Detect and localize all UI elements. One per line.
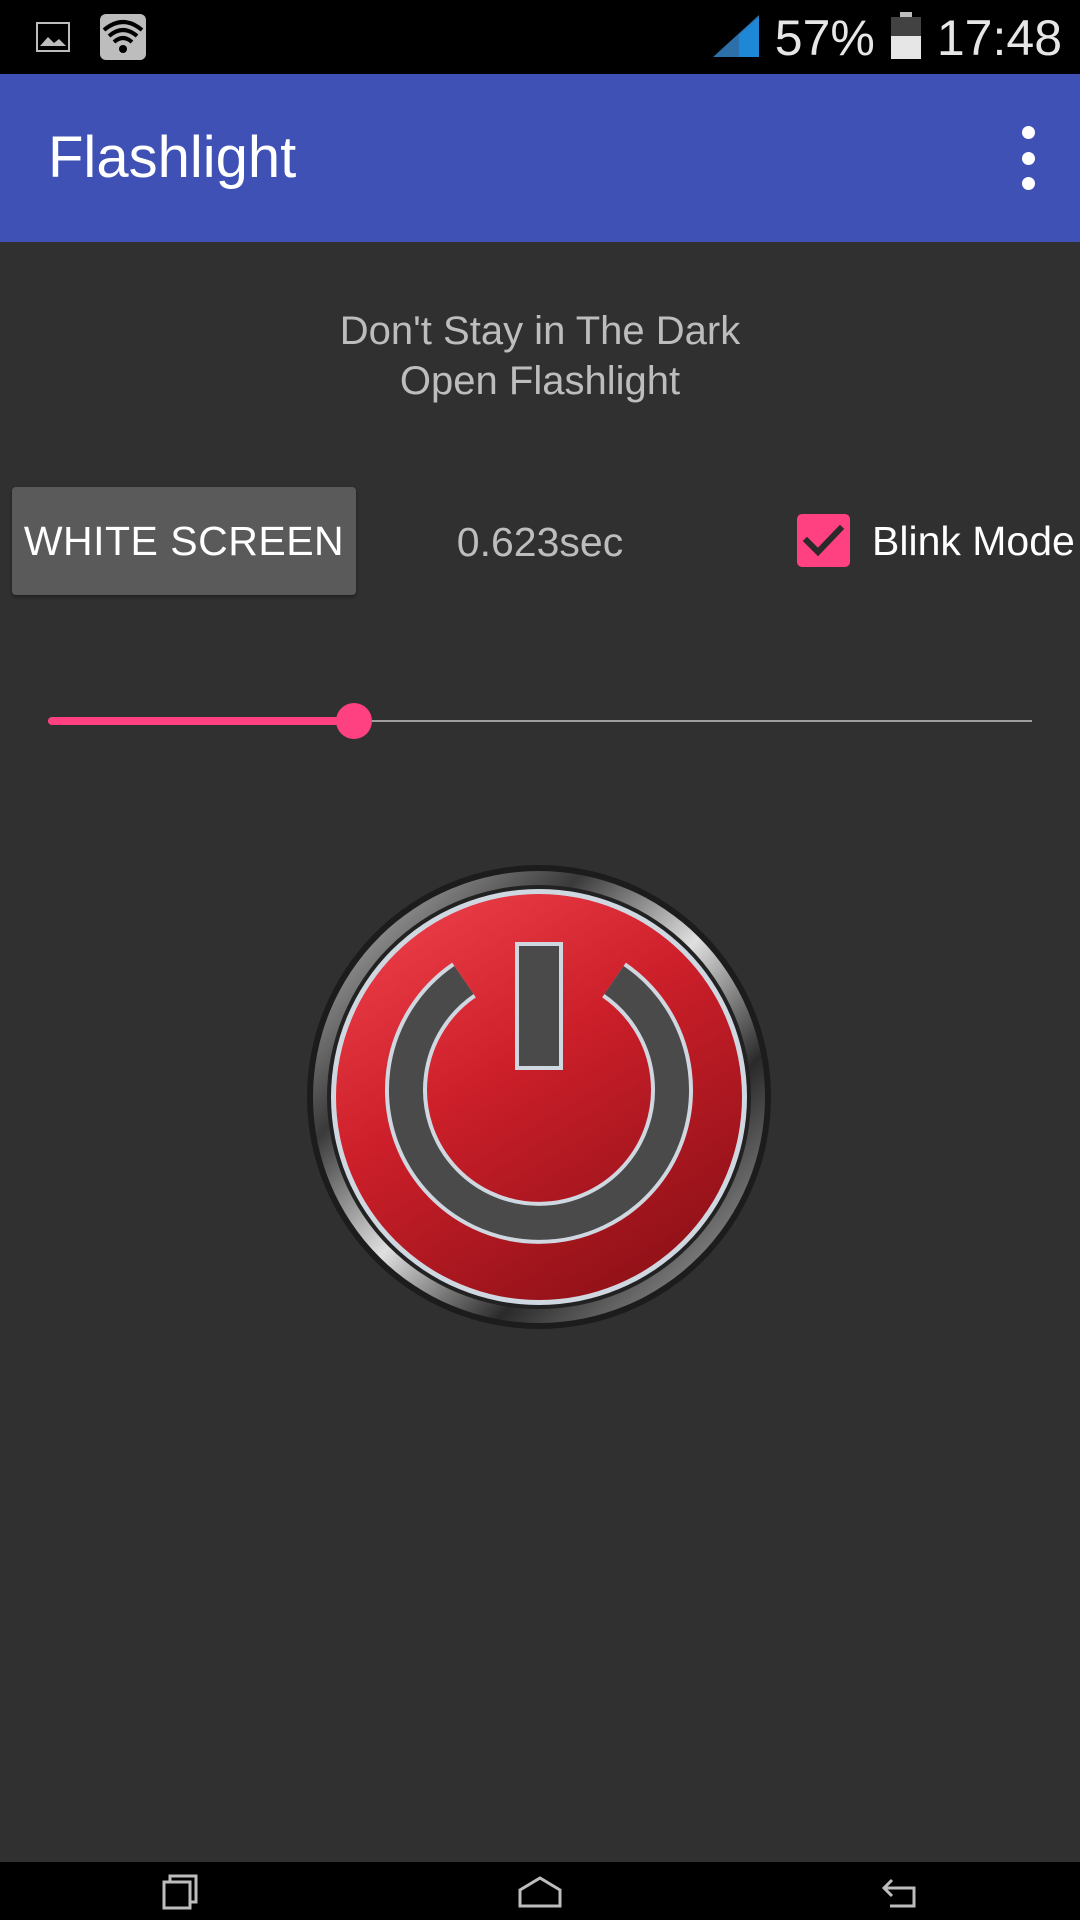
blink-speed-slider[interactable] (48, 700, 1032, 740)
home-icon[interactable] (510, 1872, 570, 1912)
wifi-icon (100, 14, 146, 65)
blink-mode-checkbox[interactable] (797, 514, 850, 567)
blink-interval-label: 0.623sec (456, 519, 624, 565)
tagline: Don't Stay in The Dark Open Flashlight (0, 306, 1080, 406)
slider-thumb[interactable] (336, 703, 372, 739)
tagline-line-2: Open Flashlight (399, 359, 681, 403)
image-icon (36, 22, 70, 57)
recent-apps-icon[interactable] (150, 1872, 210, 1912)
power-button[interactable] (304, 862, 774, 1332)
clock: 17:48 (936, 10, 1062, 66)
navigation-bar (0, 1862, 1080, 1920)
app-title: Flashlight (48, 125, 297, 190)
more-vert-icon[interactable] (996, 126, 1060, 190)
blink-mode-label[interactable]: Blink Mode (872, 515, 1075, 567)
status-bar: 57% 17:48 (0, 0, 1080, 74)
back-icon[interactable] (870, 1872, 930, 1912)
battery-percent: 57% (774, 10, 875, 66)
app-bar: Flashlight (0, 74, 1080, 242)
battery-icon (889, 11, 923, 65)
signal-icon (711, 13, 761, 64)
slider-fill (48, 717, 354, 725)
check-icon (802, 524, 845, 557)
white-screen-button[interactable]: WHITE SCREEN (12, 487, 356, 595)
tagline-line-1: Don't Stay in The Dark (339, 309, 741, 353)
